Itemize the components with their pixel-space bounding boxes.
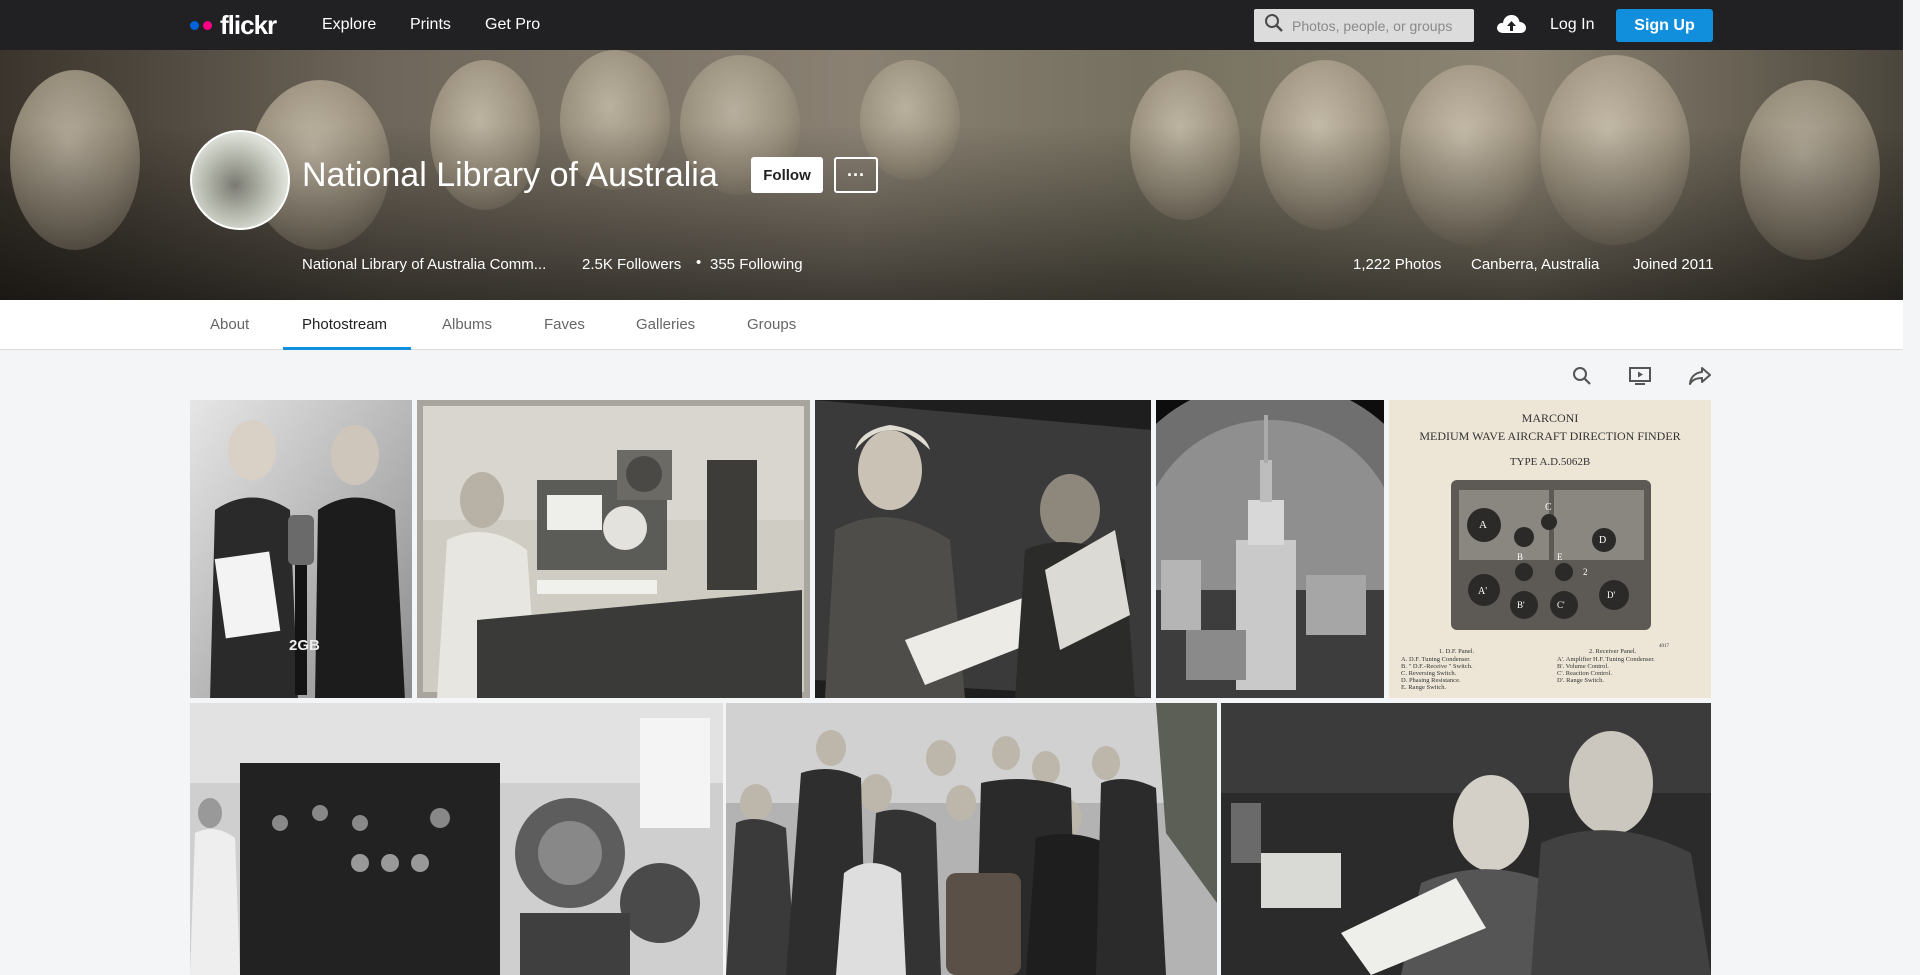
tab-faves[interactable]: Faves bbox=[544, 316, 585, 333]
following-count[interactable]: 355 Following bbox=[710, 256, 803, 273]
follow-button[interactable]: Follow bbox=[751, 157, 823, 193]
tab-albums[interactable]: Albums bbox=[442, 316, 492, 333]
search-input[interactable] bbox=[1292, 17, 1467, 34]
tab-about[interactable]: About bbox=[210, 316, 249, 333]
marconi-legend-line: E. Range Switch. bbox=[1401, 684, 1447, 691]
marconi-legend-line: C'. Reaction Control. bbox=[1557, 670, 1612, 677]
login-link[interactable]: Log In bbox=[1550, 16, 1594, 34]
flickr-logo[interactable]: flickr bbox=[190, 10, 277, 40]
marconi-legend-line: B'. Volume Control. bbox=[1557, 663, 1609, 670]
more-options-button[interactable]: ··· bbox=[834, 157, 878, 193]
logo-text: flickr bbox=[220, 10, 277, 40]
share-icon[interactable] bbox=[1687, 363, 1713, 389]
active-tab-indicator bbox=[283, 347, 411, 350]
meta-separator: • bbox=[696, 254, 702, 271]
search-box bbox=[1254, 9, 1474, 42]
dial-label: A bbox=[1479, 519, 1487, 531]
dial-label: D bbox=[1599, 535, 1606, 546]
dial-label: C bbox=[1545, 502, 1552, 513]
nav-explore[interactable]: Explore bbox=[322, 16, 376, 34]
avatar[interactable] bbox=[190, 130, 290, 230]
logo-blue-dot bbox=[190, 20, 199, 30]
marconi-legend-line: C. Reversing Switch. bbox=[1401, 670, 1457, 677]
marconi-caption-line: TYPE A.D.5062B bbox=[1510, 456, 1590, 468]
dial-label: B bbox=[1517, 552, 1523, 562]
logo-pink-dot bbox=[203, 20, 212, 30]
dial-label: C' bbox=[1557, 600, 1565, 610]
joined-date: Joined 2011 bbox=[1633, 256, 1714, 273]
search-icon[interactable] bbox=[1264, 13, 1284, 38]
photo-group-around-radio[interactable] bbox=[726, 703, 1217, 975]
profile-tabs: About Photostream Albums Faves Galleries… bbox=[0, 300, 1903, 350]
cloud-upload-icon[interactable] bbox=[1495, 11, 1527, 42]
top-navigation-bar: flickr Explore Prints Get Pro Log In Sig… bbox=[0, 0, 1903, 50]
marconi-legend-line: A'. Amplifier H.F. Tuning Condenser. bbox=[1557, 656, 1655, 663]
nav-prints[interactable]: Prints bbox=[410, 16, 451, 34]
svg-text:2GB: 2GB bbox=[289, 637, 320, 654]
photos-count: 1,222 Photos bbox=[1353, 256, 1442, 273]
marconi-legend-line: A. D.F. Tuning Condenser. bbox=[1401, 656, 1471, 663]
photo-woman-reading-theatre[interactable] bbox=[815, 400, 1151, 698]
dial-label: 2 bbox=[1583, 567, 1588, 577]
marconi-legend-line: B. " D.F.-Receive " Switch. bbox=[1401, 663, 1473, 670]
followers-count[interactable]: 2.5K Followers bbox=[582, 256, 681, 273]
marconi-legend-line: D'. Range Switch. bbox=[1557, 677, 1604, 684]
location: Canberra, Australia bbox=[1471, 256, 1600, 273]
sign-up-button[interactable]: Sign Up bbox=[1616, 9, 1713, 42]
photo-two-men-reading[interactable] bbox=[1221, 703, 1711, 975]
marconi-legend-line: 1. D.F. Panel. bbox=[1439, 648, 1475, 655]
tab-photostream[interactable]: Photostream bbox=[302, 316, 387, 333]
photo-city-tower-aerial[interactable] bbox=[1156, 400, 1384, 698]
slideshow-icon[interactable] bbox=[1627, 363, 1653, 389]
marconi-legend-line: D. Phasing Resistance. bbox=[1401, 677, 1461, 684]
tab-galleries[interactable]: Galleries bbox=[636, 316, 695, 333]
photo-radio-2gb-duo[interactable]: 2GB bbox=[190, 400, 412, 698]
marconi-caption-line: MARCONI bbox=[1522, 411, 1579, 425]
photo-office-radio-desk[interactable] bbox=[417, 400, 810, 698]
dial-label: E bbox=[1557, 552, 1563, 562]
marconi-caption-line: MEDIUM WAVE AIRCRAFT DIRECTION FINDER bbox=[1419, 429, 1680, 443]
search-icon[interactable] bbox=[1569, 363, 1595, 389]
profile-subtitle[interactable]: National Library of Australia Comm... bbox=[302, 256, 546, 273]
tab-groups[interactable]: Groups bbox=[747, 316, 796, 333]
nav-get-pro[interactable]: Get Pro bbox=[485, 16, 540, 34]
marconi-corner-number: 4017 bbox=[1659, 644, 1670, 649]
photo-transmitter-room[interactable] bbox=[190, 703, 723, 975]
profile-name: National Library of Australia bbox=[302, 156, 718, 194]
dial-label: A' bbox=[1478, 586, 1487, 597]
photo-marconi-direction-finder[interactable]: MARCONI MEDIUM WAVE AIRCRAFT DIRECTION F… bbox=[1389, 400, 1711, 698]
dial-label: B' bbox=[1517, 600, 1525, 610]
marconi-legend-line: 2. Receiver Panel. bbox=[1589, 648, 1637, 655]
dial-label: D' bbox=[1607, 590, 1615, 600]
